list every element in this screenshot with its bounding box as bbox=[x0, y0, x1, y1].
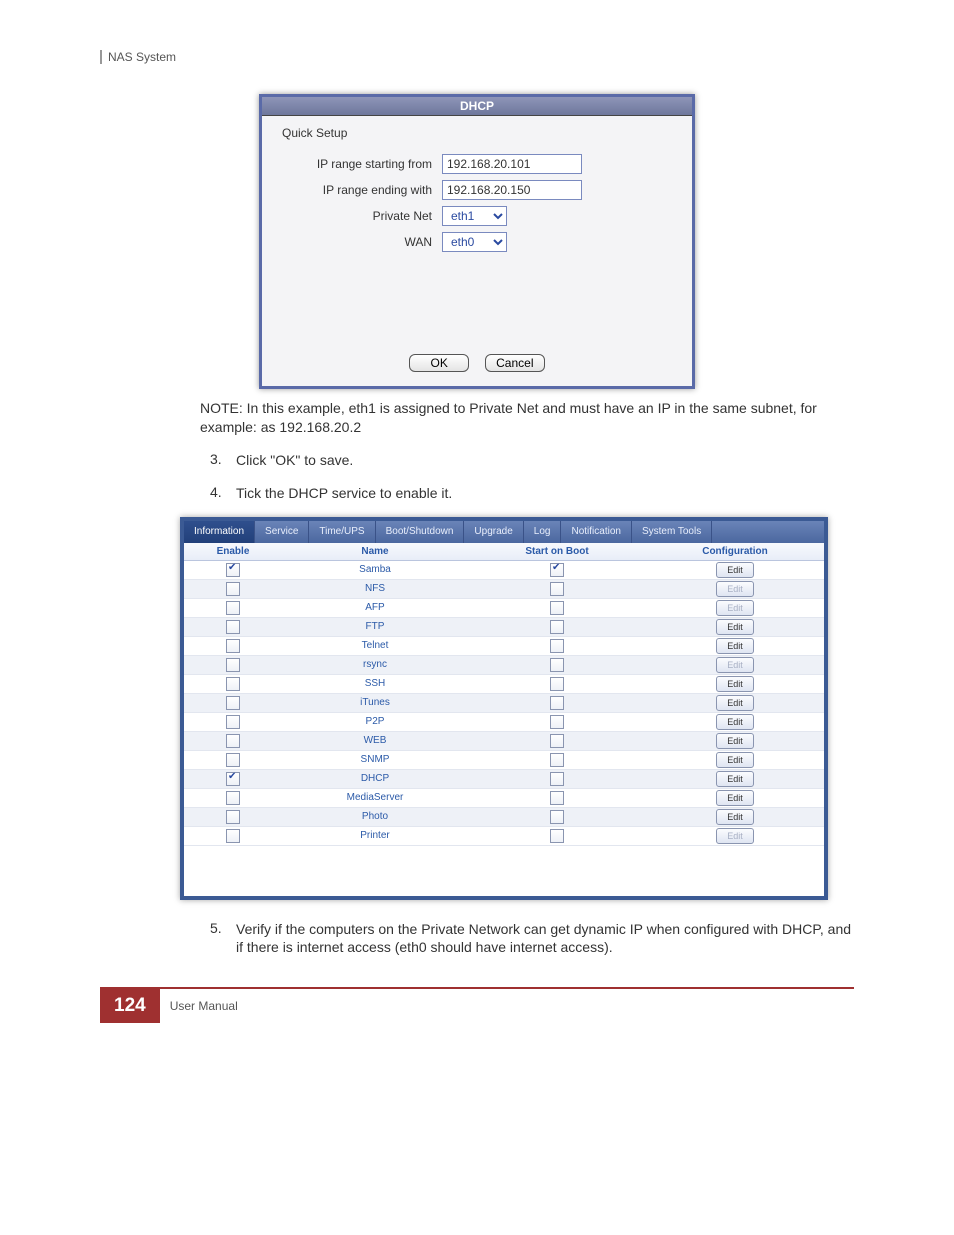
startboot-checkbox[interactable] bbox=[550, 639, 564, 653]
startboot-checkbox[interactable] bbox=[550, 601, 564, 615]
ip-start-label: IP range starting from bbox=[282, 157, 442, 171]
enable-checkbox[interactable] bbox=[226, 582, 240, 596]
page-number: 124 bbox=[100, 989, 160, 1023]
service-name: MediaServer bbox=[282, 789, 468, 806]
ip-end-input[interactable] bbox=[442, 180, 582, 200]
enable-checkbox[interactable] bbox=[226, 753, 240, 767]
private-net-select[interactable]: eth1 bbox=[442, 206, 507, 226]
ip-start-input[interactable] bbox=[442, 154, 582, 174]
enable-checkbox[interactable] bbox=[226, 601, 240, 615]
edit-button: Edit bbox=[716, 600, 754, 616]
startboot-checkbox[interactable] bbox=[550, 753, 564, 767]
edit-button[interactable]: Edit bbox=[716, 771, 754, 787]
step4-text: Tick the DHCP service to enable it. bbox=[236, 484, 854, 503]
service-name: iTunes bbox=[282, 694, 468, 711]
col-name: Name bbox=[282, 543, 468, 560]
service-row: Printer Edit bbox=[184, 827, 824, 846]
step3-text: Click "OK" to save. bbox=[236, 451, 854, 470]
dialog-title: DHCP bbox=[262, 97, 692, 116]
edit-button: Edit bbox=[716, 828, 754, 844]
service-name: WEB bbox=[282, 732, 468, 749]
service-name: AFP bbox=[282, 599, 468, 616]
private-net-label: Private Net bbox=[282, 209, 442, 223]
tab-bar: InformationServiceTime/UPSBoot/ShutdownU… bbox=[184, 521, 824, 543]
tab-time-ups[interactable]: Time/UPS bbox=[309, 521, 375, 543]
startboot-checkbox[interactable] bbox=[550, 563, 564, 577]
tab-information[interactable]: Information bbox=[184, 521, 255, 543]
startboot-checkbox[interactable] bbox=[550, 582, 564, 596]
edit-button[interactable]: Edit bbox=[716, 752, 754, 768]
tab-service[interactable]: Service bbox=[255, 521, 309, 543]
enable-checkbox[interactable] bbox=[226, 696, 240, 710]
enable-checkbox[interactable] bbox=[226, 677, 240, 691]
dialog-subtitle: Quick Setup bbox=[282, 126, 672, 140]
startboot-checkbox[interactable] bbox=[550, 772, 564, 786]
service-name: FTP bbox=[282, 618, 468, 635]
services-panel: InformationServiceTime/UPSBoot/ShutdownU… bbox=[180, 517, 828, 900]
edit-button[interactable]: Edit bbox=[716, 638, 754, 654]
service-name: Telnet bbox=[282, 637, 468, 654]
service-name: P2P bbox=[282, 713, 468, 730]
edit-button: Edit bbox=[716, 581, 754, 597]
edit-button[interactable]: Edit bbox=[716, 714, 754, 730]
enable-checkbox[interactable] bbox=[226, 734, 240, 748]
service-name: Photo bbox=[282, 808, 468, 825]
enable-checkbox[interactable] bbox=[226, 620, 240, 634]
col-config: Configuration bbox=[646, 543, 824, 560]
tab-log[interactable]: Log bbox=[524, 521, 562, 543]
wan-select[interactable]: eth0 bbox=[442, 232, 507, 252]
startboot-checkbox[interactable] bbox=[550, 829, 564, 843]
tab-boot-shutdown[interactable]: Boot/Shutdown bbox=[376, 521, 465, 543]
enable-checkbox[interactable] bbox=[226, 639, 240, 653]
edit-button[interactable]: Edit bbox=[716, 695, 754, 711]
service-name: Samba bbox=[282, 561, 468, 578]
edit-button: Edit bbox=[716, 657, 754, 673]
service-name: rsync bbox=[282, 656, 468, 673]
startboot-checkbox[interactable] bbox=[550, 715, 564, 729]
note-text: NOTE: In this example, eth1 is assigned … bbox=[200, 399, 854, 437]
enable-checkbox[interactable] bbox=[226, 829, 240, 843]
startboot-checkbox[interactable] bbox=[550, 734, 564, 748]
wan-label: WAN bbox=[282, 235, 442, 249]
enable-checkbox[interactable] bbox=[226, 772, 240, 786]
edit-button[interactable]: Edit bbox=[716, 809, 754, 825]
step5-num: 5. bbox=[210, 920, 236, 958]
startboot-checkbox[interactable] bbox=[550, 677, 564, 691]
cancel-button[interactable]: Cancel bbox=[485, 354, 545, 372]
step3-num: 3. bbox=[210, 451, 236, 470]
step4-num: 4. bbox=[210, 484, 236, 503]
startboot-checkbox[interactable] bbox=[550, 620, 564, 634]
edit-button[interactable]: Edit bbox=[716, 619, 754, 635]
startboot-checkbox[interactable] bbox=[550, 658, 564, 672]
col-enable: Enable bbox=[184, 543, 282, 560]
enable-checkbox[interactable] bbox=[226, 810, 240, 824]
enable-checkbox[interactable] bbox=[226, 658, 240, 672]
page-footer: 124 User Manual bbox=[100, 987, 854, 1023]
edit-button[interactable]: Edit bbox=[716, 790, 754, 806]
ip-end-label: IP range ending with bbox=[282, 183, 442, 197]
ok-button[interactable]: OK bbox=[409, 354, 469, 372]
dhcp-dialog: DHCP Quick Setup IP range starting from … bbox=[259, 94, 695, 389]
edit-button[interactable]: Edit bbox=[716, 733, 754, 749]
tab-upgrade[interactable]: Upgrade bbox=[464, 521, 523, 543]
col-startboot: Start on Boot bbox=[468, 543, 646, 560]
startboot-checkbox[interactable] bbox=[550, 696, 564, 710]
page-header: NAS System bbox=[100, 50, 854, 64]
service-name: SSH bbox=[282, 675, 468, 692]
service-name: SNMP bbox=[282, 751, 468, 768]
service-name: Printer bbox=[282, 827, 468, 844]
startboot-checkbox[interactable] bbox=[550, 791, 564, 805]
enable-checkbox[interactable] bbox=[226, 563, 240, 577]
footer-text: User Manual bbox=[170, 999, 238, 1013]
service-name: DHCP bbox=[282, 770, 468, 787]
enable-checkbox[interactable] bbox=[226, 791, 240, 805]
edit-button[interactable]: Edit bbox=[716, 562, 754, 578]
tab-system-tools[interactable]: System Tools bbox=[632, 521, 712, 543]
service-name: NFS bbox=[282, 580, 468, 597]
step5-text: Verify if the computers on the Private N… bbox=[236, 920, 854, 958]
edit-button[interactable]: Edit bbox=[716, 676, 754, 692]
startboot-checkbox[interactable] bbox=[550, 810, 564, 824]
tab-notification[interactable]: Notification bbox=[561, 521, 631, 543]
enable-checkbox[interactable] bbox=[226, 715, 240, 729]
